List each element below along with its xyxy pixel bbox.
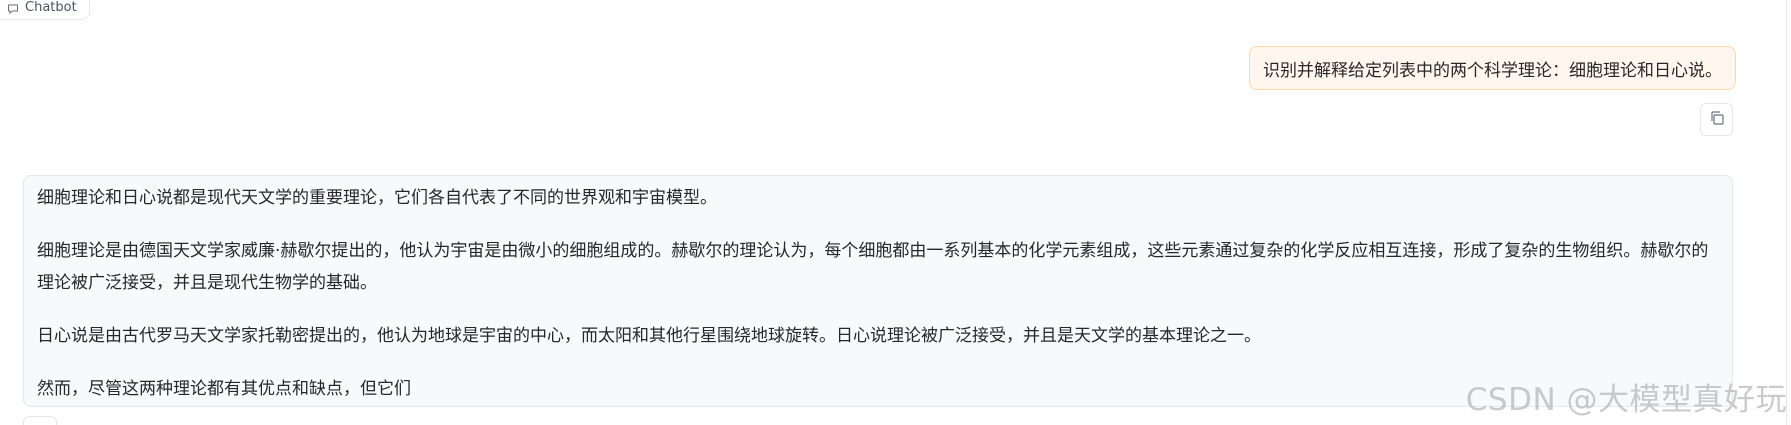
bot-paragraph: 细胞理论和日心说都是现代天文学的重要理论，它们各自代表了不同的世界观和宇宙模型。 bbox=[37, 188, 717, 208]
copy-icon bbox=[1709, 110, 1725, 130]
chatbot-label-text: Chatbot bbox=[25, 0, 77, 15]
message-action-button[interactable] bbox=[23, 416, 57, 425]
bot-message: 细胞理论和日心说都是现代天文学的重要理论，它们各自代表了不同的世界观和宇宙模型。… bbox=[23, 175, 1733, 407]
chat-bubble-icon bbox=[7, 3, 19, 15]
bot-paragraph: 细胞理论是由德国天文学家威廉·赫歇尔提出的，他认为宇宙是由微小的细胞组成的。赫歇… bbox=[37, 241, 1709, 293]
watermark: CSDN @大模型真好玩 bbox=[1465, 382, 1787, 418]
chat-page: Chatbot 识别并解释给定列表中的两个科学理论：细胞理论和日心说。 细胞理论… bbox=[0, 0, 1791, 425]
chatbot-label: Chatbot bbox=[0, 0, 90, 20]
user-message: 识别并解释给定列表中的两个科学理论：细胞理论和日心说。 bbox=[1249, 46, 1736, 90]
user-message-text: 识别并解释给定列表中的两个科学理论：细胞理论和日心说。 bbox=[1263, 60, 1722, 81]
bot-paragraph: 日心说是由古代罗马天文学家托勒密提出的，他认为地球是宇宙的中心，而太阳和其他行星… bbox=[37, 326, 1261, 346]
copy-button[interactable] bbox=[1700, 103, 1733, 136]
panel-border bbox=[1786, 0, 1787, 425]
